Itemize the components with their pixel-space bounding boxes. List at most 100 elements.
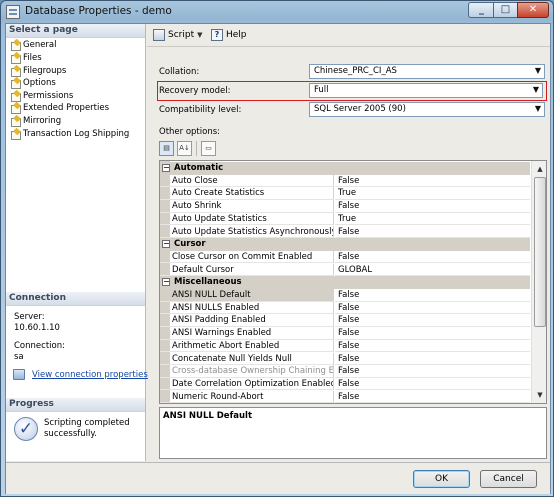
category-label: Automatic — [174, 163, 224, 173]
property-name: Auto Close — [160, 174, 334, 188]
left-panel: Select a page General Files Filegroups O… — [6, 24, 148, 461]
property-name: Arithmetic Abort Enabled — [160, 339, 334, 353]
server-value: 10.60.1.10 — [14, 323, 60, 333]
scroll-thumb[interactable] — [534, 177, 546, 327]
page-item-general[interactable]: General — [10, 39, 57, 51]
property-name: Concatenate Null Yields Null — [160, 352, 334, 365]
dialog-window: Database Properties - demo _ □ ✕ Select … — [0, 0, 554, 497]
page-label: Transaction Log Shipping — [23, 129, 130, 139]
script-button[interactable]: Script ▼ — [153, 28, 203, 42]
grid-property-row[interactable]: ANSI NULLS Enabled False — [160, 301, 530, 315]
property-value[interactable]: True — [335, 187, 530, 200]
property-value[interactable]: False — [335, 175, 530, 188]
grid-property-row[interactable]: Auto Update Statistics Asynchronously Fal… — [160, 225, 530, 238]
property-name: ANSI NULL Default — [160, 289, 334, 302]
grid-property-row[interactable]: Close Cursor on Commit Enabled False — [160, 250, 530, 264]
scroll-up-icon[interactable]: ▲ — [533, 162, 546, 176]
property-value[interactable]: False — [335, 289, 530, 302]
grid-property-row[interactable]: Arithmetic Abort Enabled False — [160, 339, 530, 353]
grid-property-row[interactable]: Auto Create Statistics True — [160, 187, 530, 200]
recovery-model-select[interactable]: Full ▼ — [309, 83, 543, 98]
page-item-files[interactable]: Files — [10, 52, 42, 64]
page-item-options[interactable]: Options — [10, 77, 56, 89]
minimize-button[interactable]: _ — [468, 2, 494, 18]
title-bar[interactable]: Database Properties - demo _ □ ✕ — [1, 1, 553, 23]
help-icon: ? — [211, 29, 223, 41]
connection-header: Connection — [6, 292, 145, 306]
page-icon — [10, 91, 21, 102]
grid-property-row[interactable]: Auto Update Statistics True — [160, 212, 530, 226]
grid-toolbar: ▤ A↓ ▭ — [159, 141, 216, 157]
grid-category-row[interactable]: − Miscellaneous — [160, 276, 530, 289]
ok-button[interactable]: OK — [413, 470, 470, 488]
chevron-down-icon[interactable]: ▼ — [197, 31, 202, 39]
collation-select[interactable]: Chinese_PRC_CI_AS ▼ — [309, 64, 545, 79]
grid-property-row[interactable]: Auto Close False — [160, 174, 530, 188]
grid-category-row[interactable]: − Automatic — [160, 162, 530, 175]
property-value[interactable]: False — [335, 378, 530, 391]
property-value[interactable]: True — [335, 213, 530, 226]
help-label: Help — [226, 30, 247, 40]
page-label: Extended Properties — [23, 103, 110, 113]
dialog-footer: OK Cancel — [6, 462, 550, 494]
grid-property-row[interactable]: ANSI Warnings Enabled False — [160, 327, 530, 340]
property-value[interactable]: False — [335, 200, 530, 213]
property-name: ANSI NULLS Enabled — [160, 301, 334, 315]
collapse-icon[interactable]: − — [162, 278, 170, 287]
app-icon — [6, 5, 20, 19]
progress-header: Progress — [6, 398, 145, 412]
alphabetical-sort-icon[interactable]: A↓ — [177, 141, 192, 156]
property-value[interactable]: False — [335, 353, 530, 365]
help-button[interactable]: ? Help — [211, 28, 247, 42]
property-value[interactable]: False — [335, 365, 530, 378]
property-value[interactable]: False — [335, 314, 530, 327]
grid-property-row[interactable]: Auto Shrink False — [160, 200, 530, 213]
collapse-icon[interactable]: − — [162, 164, 170, 172]
property-value[interactable]: False — [335, 391, 530, 403]
property-name: Default Cursor — [160, 263, 334, 277]
chevron-down-icon: ▼ — [532, 85, 539, 94]
page-icon — [10, 66, 21, 77]
page-label: Files — [23, 53, 42, 63]
page-item-transaction-log-shipping[interactable]: Transaction Log Shipping — [10, 128, 129, 140]
progress-status-text: Scripting completed successfully. — [44, 418, 130, 439]
property-value[interactable]: False — [335, 302, 530, 315]
property-value[interactable]: False — [335, 226, 530, 238]
scroll-down-icon[interactable]: ▼ — [533, 388, 546, 402]
property-name: Cross-database Ownership Chaining Enable… — [160, 365, 334, 378]
checkmark-icon: ✓ — [14, 417, 38, 441]
page-item-permissions[interactable]: Permissions — [10, 90, 73, 102]
cancel-button[interactable]: Cancel — [480, 470, 537, 488]
grid-property-row[interactable]: Date Correlation Optimization Enabled Fal… — [160, 377, 530, 391]
property-value[interactable]: False — [335, 340, 530, 353]
category-label: Miscellaneous — [174, 277, 242, 288]
view-connection-properties-link[interactable]: View connection properties — [32, 370, 148, 380]
property-grid[interactable]: ▲ ▼ − Automatic Auto Close False Auto Create… — [159, 160, 547, 404]
grid-property-row[interactable]: ANSI Padding Enabled False — [160, 314, 530, 327]
collation-label: Collation: — [159, 67, 200, 77]
maximize-button[interactable]: □ — [493, 2, 518, 18]
close-button[interactable]: ✕ — [517, 2, 549, 18]
connection-value: sa — [14, 352, 24, 362]
grid-property-row[interactable]: Cross-database Ownership Chaining Enable… — [160, 365, 530, 378]
page-item-extended-properties[interactable]: Extended Properties — [10, 102, 109, 114]
script-label: Script — [168, 30, 195, 40]
vertical-scrollbar[interactable]: ▲ ▼ — [531, 161, 546, 403]
grid-property-row[interactable]: ANSI NULL Default False — [160, 289, 530, 302]
compatibility-level-select[interactable]: SQL Server 2005 (90) ▼ — [309, 102, 545, 117]
property-value[interactable]: GLOBAL — [335, 264, 530, 277]
collapse-icon[interactable]: − — [162, 240, 170, 249]
page-item-filegroups[interactable]: Filegroups — [10, 65, 66, 77]
grid-property-row[interactable]: Numeric Round-Abort False — [160, 390, 530, 403]
recovery-model-value: Full — [314, 85, 329, 95]
property-value[interactable]: False — [335, 251, 530, 264]
select-page-header: Select a page — [6, 24, 145, 38]
page-item-mirroring[interactable]: Mirroring — [10, 115, 61, 127]
chevron-down-icon: ▼ — [534, 66, 541, 75]
property-value[interactable]: False — [335, 327, 530, 340]
grid-category-row[interactable]: − Cursor — [160, 238, 530, 251]
property-pages-icon[interactable]: ▭ — [201, 141, 216, 156]
grid-property-row[interactable]: Concatenate Null Yields Null False — [160, 352, 530, 365]
grid-property-row[interactable]: Default Cursor GLOBAL — [160, 263, 530, 277]
categorized-icon[interactable]: ▤ — [159, 141, 174, 156]
